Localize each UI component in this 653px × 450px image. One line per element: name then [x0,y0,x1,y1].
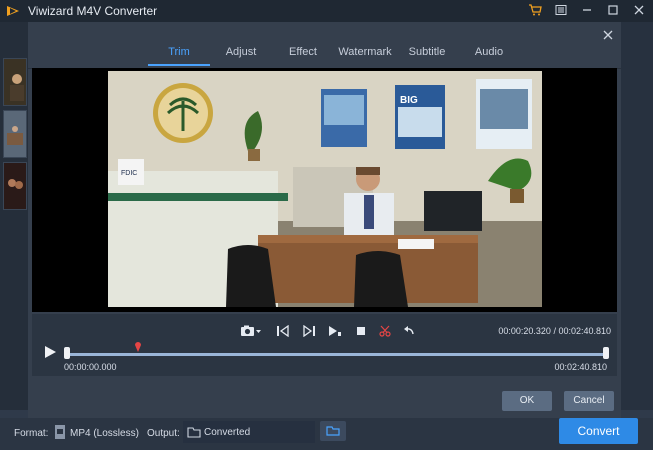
tab-audio[interactable]: Audio [458,38,520,66]
menu-icon[interactable] [553,2,569,18]
tab-adjust[interactable]: Adjust [210,38,272,66]
stop-icon[interactable] [352,322,370,340]
tab-subtitle[interactable]: Subtitle [396,38,458,66]
poster-text: BIG [400,95,418,106]
bottom-bar: Format: MP4 (Lossless) Output: Converted… [0,418,653,450]
app-logo-icon [7,6,19,16]
fdic-sign-text: FDIC [121,170,137,177]
trim-start-time: 00:00:00.000 [64,362,117,372]
cancel-button[interactable]: Cancel [564,391,614,411]
folder-icon [187,427,201,438]
video-frame: BIG FDIC [108,71,542,307]
file-thumbnail[interactable] [3,110,27,158]
output-value: Converted [204,427,251,438]
dialog-close-icon[interactable] [601,28,615,42]
file-thumbnail[interactable] [3,58,27,106]
scissors-icon[interactable] [376,322,394,340]
video-preview: BIG FDIC [32,68,617,312]
title-bar: Viwizard M4V Converter [0,0,653,22]
tab-effect[interactable]: Effect [272,38,334,66]
minimize-icon[interactable] [579,2,595,18]
trim-controls: 00:00:20.320 / 00:02:40.810 00:00:00.000… [32,314,617,376]
camera-icon[interactable] [238,322,264,340]
output-field[interactable]: Converted [183,421,315,443]
undo-icon[interactable] [400,322,418,340]
trim-end-time: 00:02:40.810 [554,362,607,372]
trim-start-handle[interactable] [64,347,70,359]
open-folder-icon [326,426,340,436]
close-icon[interactable] [631,2,647,18]
file-thumbnail[interactable] [3,162,27,210]
edit-tabs: Trim Adjust Effect Watermark Subtitle Au… [148,38,520,66]
format-file-icon [55,425,65,439]
file-thumbnails-strip [0,22,28,410]
trim-timeline[interactable] [66,353,607,356]
maximize-icon[interactable] [605,2,621,18]
convert-button[interactable]: Convert [559,418,638,444]
playhead-marker[interactable] [134,340,142,352]
current-time-readout: 00:00:20.320 / 00:02:40.810 [498,326,611,336]
set-start-icon[interactable] [274,322,292,340]
play-icon[interactable] [42,344,58,360]
right-panel-strip [621,22,653,410]
output-label: Output: [147,428,180,439]
edit-dialog: Trim Adjust Effect Watermark Subtitle Au… [28,22,621,418]
format-value[interactable]: MP4 (Lossless) [70,428,139,439]
tab-trim[interactable]: Trim [148,38,210,66]
preview-icon[interactable] [326,322,344,340]
ok-button[interactable]: OK [502,391,552,411]
browse-folder-button[interactable] [320,421,346,441]
cart-icon[interactable] [527,2,543,18]
trim-end-handle[interactable] [603,347,609,359]
set-end-icon[interactable] [300,322,318,340]
tab-watermark[interactable]: Watermark [334,38,396,66]
window-title: Viwizard M4V Converter [28,4,158,18]
format-label: Format: [14,428,49,439]
